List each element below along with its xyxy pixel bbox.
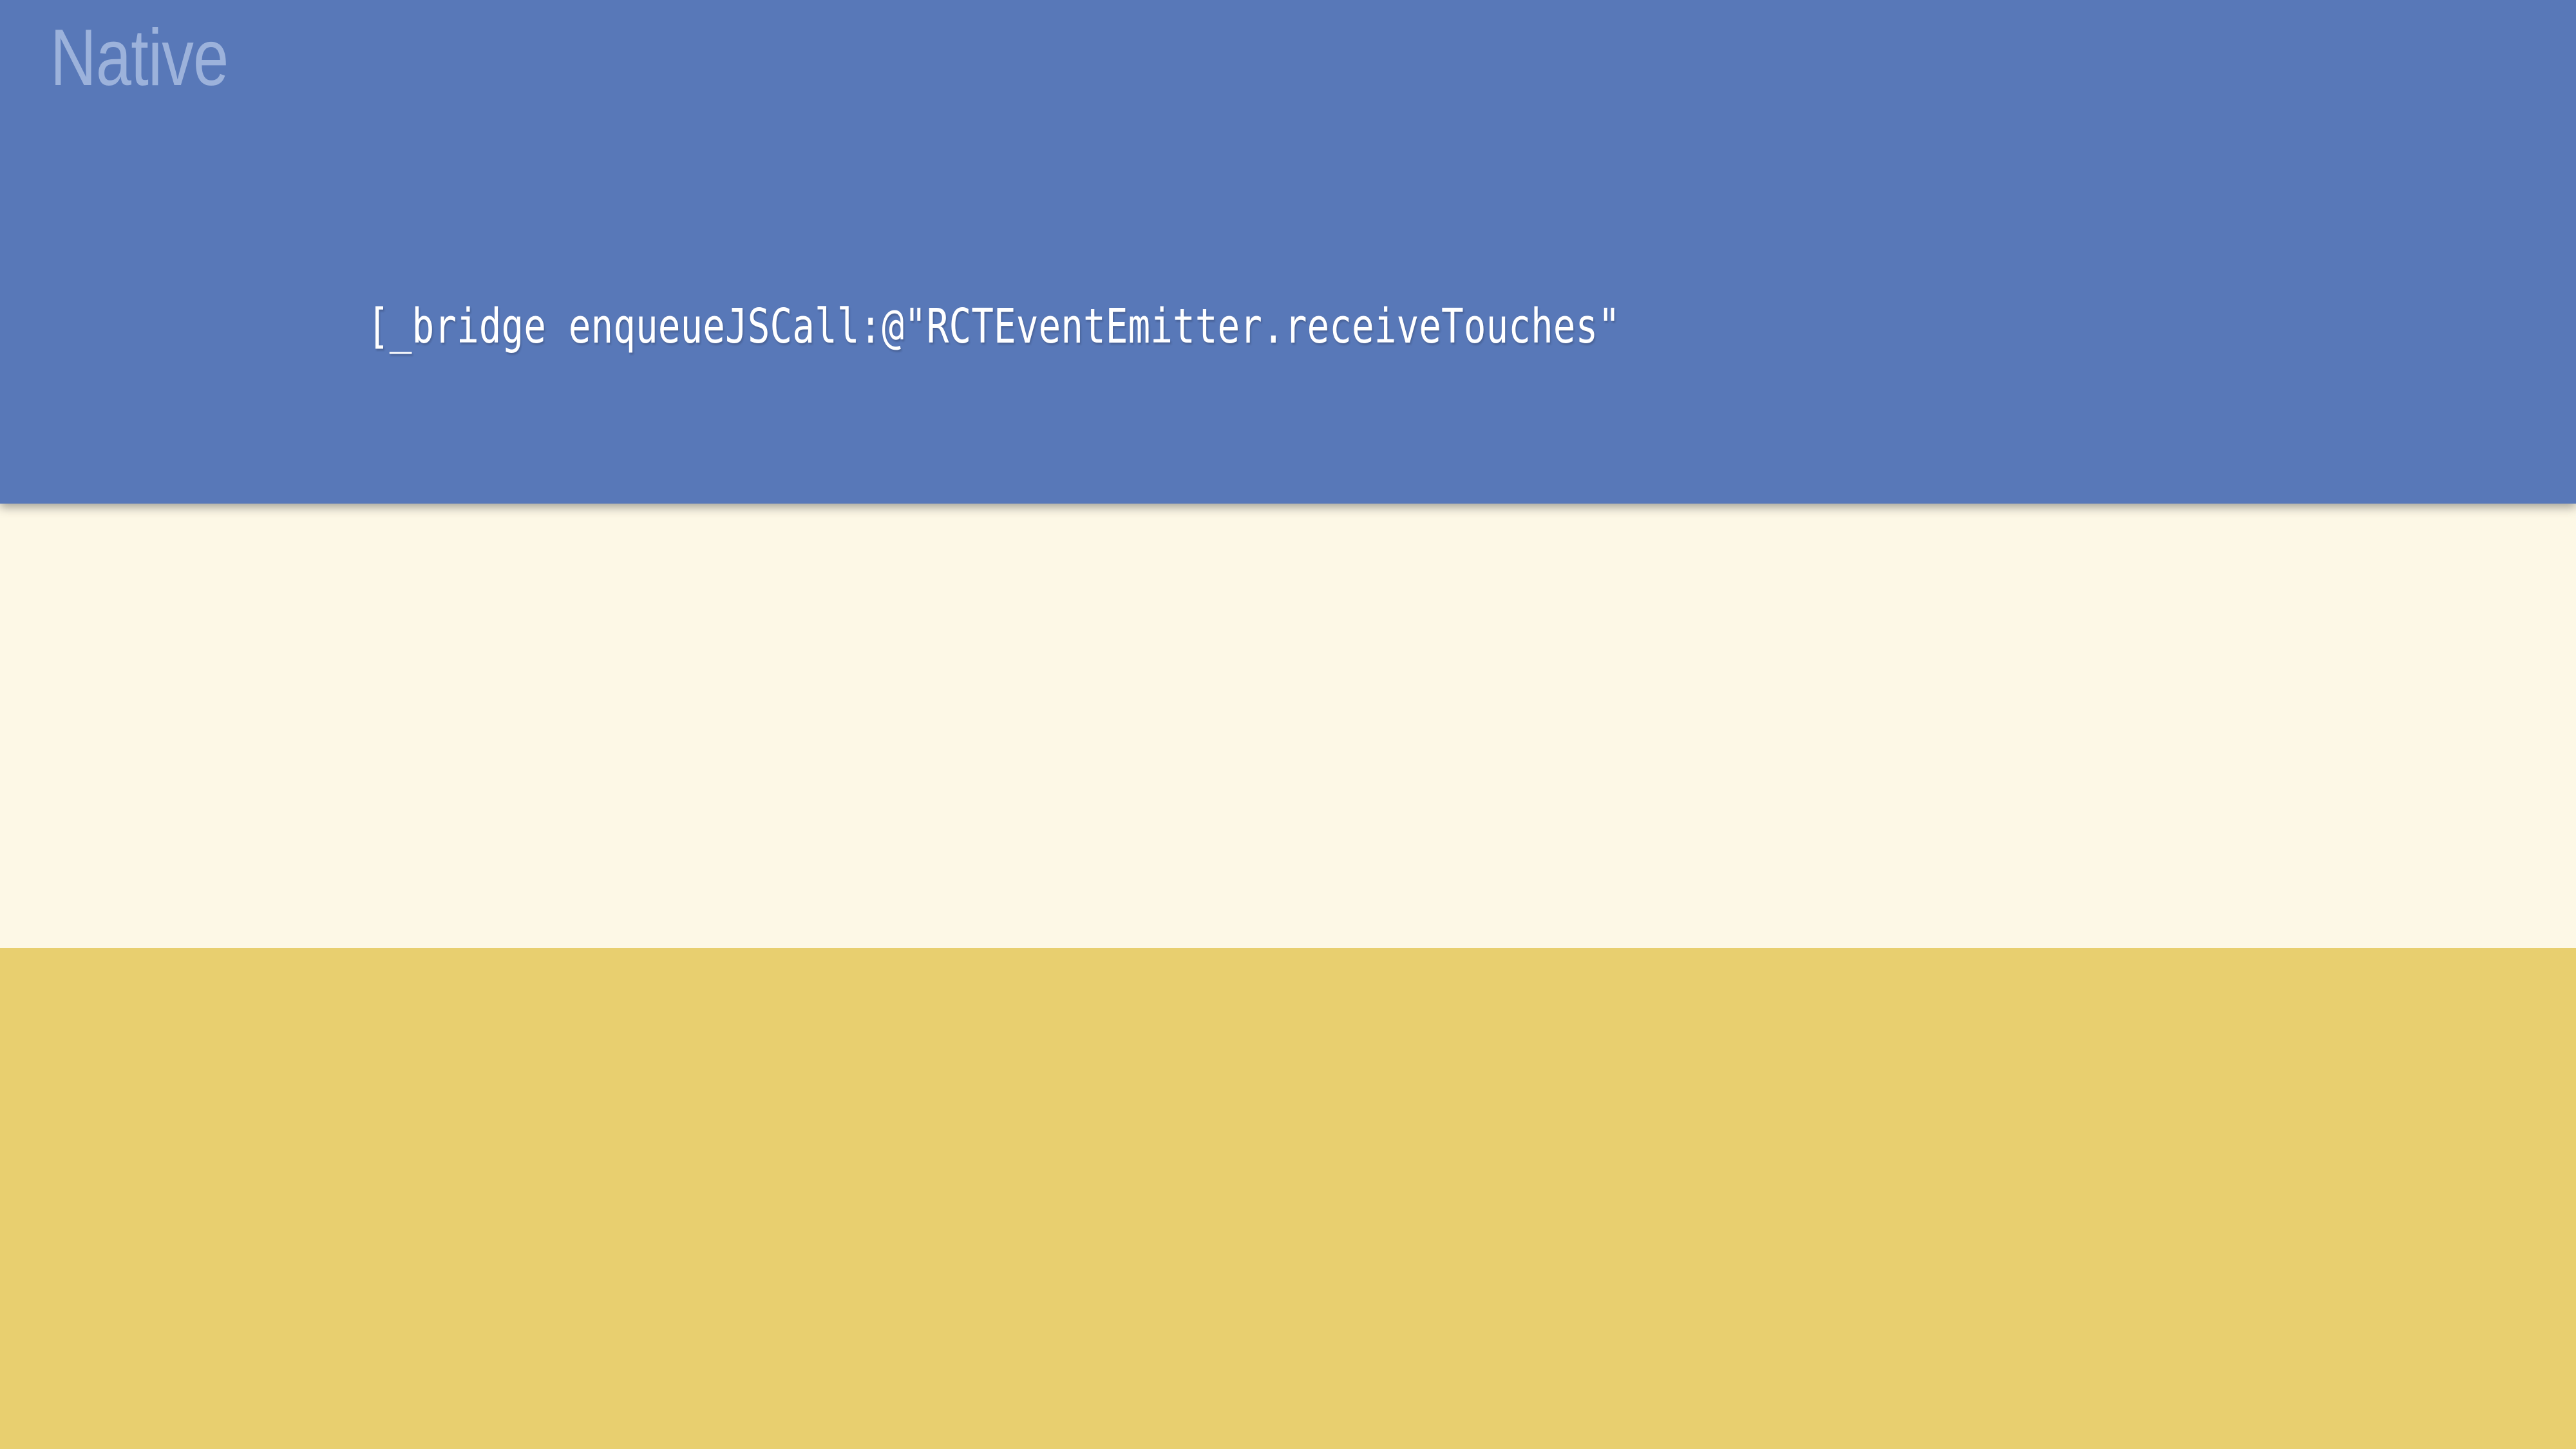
layer-bridge: Bridge [ 'EventEmitter', 'receiveTouches… xyxy=(0,504,2576,948)
native-code-block: [_bridge enqueueJSCall:@"RCTEventEmitter… xyxy=(367,149,1620,504)
slide-canvas: Native [_bridge enqueueJSCall:@"RCTEvent… xyxy=(0,0,2576,1449)
layer-javascript: JavaScript call('EventEmitter', 'receive… xyxy=(0,948,2576,1449)
native-code-line-1: [_bridge enqueueJSCall:@"RCTEventEmitter… xyxy=(367,299,1621,354)
layer-label-native: Native xyxy=(50,14,229,102)
layer-native: Native [_bridge enqueueJSCall:@"RCTEvent… xyxy=(0,0,2576,504)
